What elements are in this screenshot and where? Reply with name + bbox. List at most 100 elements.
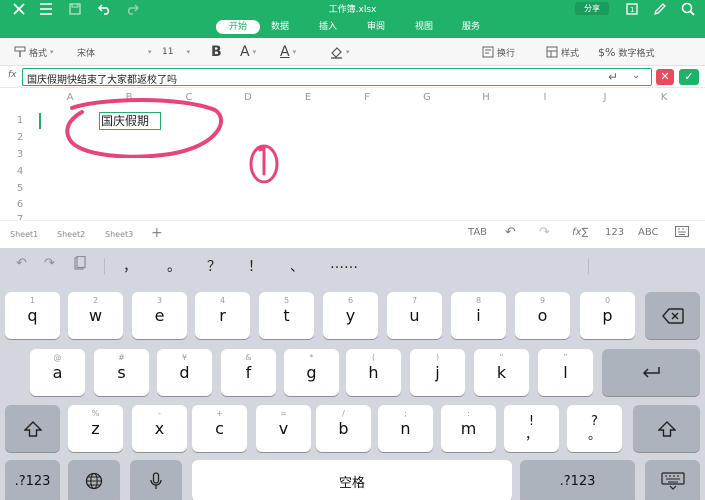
chevron-down-icon[interactable]: ⌄ — [632, 70, 640, 81]
tab-insert[interactable]: 插入 — [306, 20, 350, 34]
enter-icon[interactable]: ↵ — [608, 70, 618, 84]
column-header[interactable]: D — [238, 92, 258, 103]
sheet-tab-1[interactable]: Sheet1 — [10, 230, 38, 239]
suggestion-item[interactable]: ， — [123, 256, 137, 276]
column-header[interactable]: E — [298, 92, 318, 103]
tab-view[interactable]: 视图 — [402, 20, 446, 34]
key-h[interactable]: (h — [346, 349, 401, 396]
confirm-edit-button[interactable]: ✓ — [679, 69, 699, 85]
key-w[interactable]: 2w — [68, 292, 123, 339]
font-size-color-button[interactable]: A ▾ — [240, 38, 256, 66]
suggestion-item[interactable]: 。 — [167, 256, 181, 276]
spreadsheet-grid[interactable]: A B C D E F G H I J K 1 2 3 4 5 6 7 国庆假期 — [0, 88, 705, 220]
shift-key-left[interactable] — [5, 405, 60, 452]
key-f[interactable]: & f — [221, 349, 276, 396]
key-y[interactable]: 6y — [323, 292, 378, 339]
key-m[interactable]: :m — [441, 405, 496, 452]
key-a[interactable]: @ a — [30, 349, 85, 396]
globe-key[interactable] — [68, 460, 120, 500]
font-size-select[interactable]: 11 ▾ — [162, 38, 190, 66]
undo-icon[interactable]: ↶ — [505, 225, 516, 240]
fill-color-button[interactable]: ▾ — [330, 38, 350, 66]
key-e[interactable]: 3e — [132, 292, 187, 339]
add-sheet-button[interactable]: + — [151, 225, 163, 241]
column-header[interactable]: F — [357, 92, 377, 103]
key-b[interactable]: / b — [316, 405, 371, 452]
format-button[interactable]: 格式 ▾ — [14, 38, 54, 66]
search-icon[interactable] — [676, 0, 700, 18]
column-header[interactable]: K — [654, 92, 674, 103]
cancel-edit-button[interactable]: ✕ — [656, 69, 674, 85]
column-header[interactable]: H — [476, 92, 496, 103]
suggestion-item[interactable]: 、 — [290, 256, 304, 276]
key-z[interactable]: % z — [68, 405, 123, 452]
font-color-button[interactable]: A ▾ — [280, 38, 296, 66]
sheet-tab-3[interactable]: Sheet3 — [105, 230, 133, 239]
key-o[interactable]: 9o — [515, 292, 570, 339]
suggestion-item[interactable]: ！ — [248, 256, 262, 276]
tab-data[interactable]: 数据 — [258, 20, 302, 34]
number-keypad-button[interactable]: 123 — [605, 227, 624, 238]
key-c[interactable]: + c — [192, 405, 247, 452]
microphone-key[interactable] — [130, 460, 182, 500]
key-v[interactable]: = v — [256, 405, 311, 452]
key-g[interactable]: * g — [284, 349, 339, 396]
key-exclamation[interactable]: !， — [504, 405, 559, 452]
suggestion-item[interactable]: ？ — [207, 256, 221, 276]
backspace-key[interactable] — [645, 292, 700, 339]
bold-button[interactable]: B — [211, 38, 222, 66]
wrap-icon — [482, 46, 494, 58]
alpha-keypad-button[interactable]: ABC — [638, 227, 659, 238]
key-l[interactable]: ” l — [538, 349, 593, 396]
keyboard-icon[interactable] — [675, 226, 689, 240]
column-header[interactable]: I — [535, 92, 555, 103]
undo-icon[interactable]: ↶ — [16, 256, 27, 271]
key-j[interactable]: ) j — [410, 349, 465, 396]
return-key[interactable] — [602, 349, 700, 396]
number-format-button[interactable]: $% 数字格式 — [598, 38, 654, 66]
column-header[interactable]: G — [417, 92, 437, 103]
cell-style-button[interactable]: 样式 — [546, 38, 579, 66]
tab-start[interactable]: 开始 — [216, 20, 260, 34]
row-header[interactable]: 5 — [12, 183, 28, 194]
key-x[interactable]: -x — [132, 405, 187, 452]
key-d[interactable]: ¥ d — [157, 349, 212, 396]
window-icon[interactable]: 1 — [620, 0, 644, 18]
wrap-text-button[interactable]: 换行 — [482, 38, 515, 66]
key-p[interactable]: 0p — [580, 292, 635, 339]
key-k[interactable]: “k — [474, 349, 529, 396]
shift-icon — [657, 420, 676, 437]
shift-key-right[interactable] — [633, 405, 700, 452]
redo-icon[interactable]: ↷ — [539, 225, 550, 240]
formula-input[interactable]: 国庆假期快结束了大家都返校了吗 — [22, 68, 652, 86]
hide-keyboard-key[interactable] — [645, 460, 700, 500]
row-header[interactable]: 4 — [12, 166, 28, 177]
key-t[interactable]: 5t — [259, 292, 314, 339]
row-header[interactable]: 6 — [12, 199, 28, 210]
pen-icon[interactable] — [648, 0, 672, 18]
key-question[interactable]: ?。 — [567, 405, 622, 452]
share-button[interactable]: 分享 — [575, 2, 609, 15]
key-n[interactable]: ; n — [378, 405, 433, 452]
row-header[interactable]: 1 — [12, 115, 28, 126]
function-button[interactable]: fx∑ — [572, 227, 588, 238]
sheet-tab-2[interactable]: Sheet2 — [57, 230, 85, 239]
key-i[interactable]: 8i — [451, 292, 506, 339]
key-u[interactable]: 7u — [387, 292, 442, 339]
key-r[interactable]: 4r — [195, 292, 250, 339]
numbers-key-left[interactable]: .?123 — [5, 460, 60, 500]
space-key[interactable]: 空格 — [192, 460, 512, 500]
numbers-key-right[interactable]: .?123 — [520, 460, 635, 500]
column-header[interactable]: J — [595, 92, 615, 103]
row-header[interactable]: 2 — [12, 132, 28, 143]
tab-review[interactable]: 审阅 — [354, 20, 398, 34]
redo-icon[interactable]: ↷ — [44, 256, 55, 271]
tab-key-button[interactable]: TAB — [468, 227, 487, 238]
key-q[interactable]: 1q — [5, 292, 60, 339]
suggestion-item[interactable]: …… — [330, 256, 358, 272]
key-s[interactable]: # s — [94, 349, 149, 396]
tab-service[interactable]: 服务 — [449, 20, 493, 34]
clipboard-icon[interactable] — [74, 255, 86, 274]
font-family-select[interactable]: 宋体 ▾ — [77, 38, 152, 66]
row-header[interactable]: 3 — [12, 149, 28, 160]
